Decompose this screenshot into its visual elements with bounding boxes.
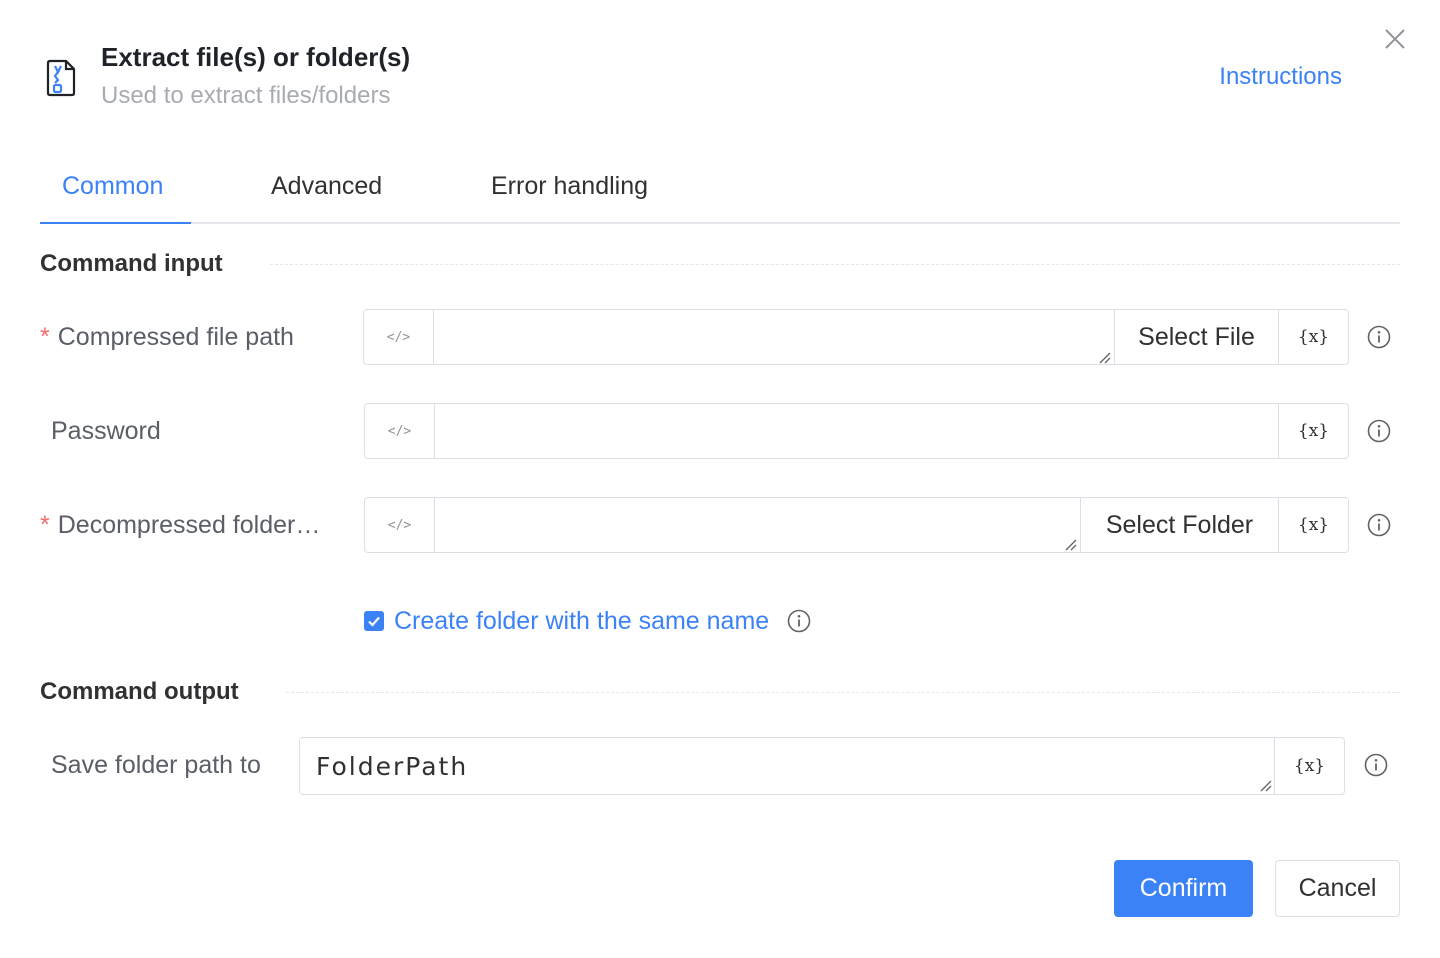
zip-file-icon (46, 59, 76, 97)
code-toggle-button[interactable]: </> (364, 310, 434, 364)
variable-button[interactable]: {x} (1278, 404, 1348, 458)
active-tab-indicator (40, 222, 191, 224)
same-name-option: Create folder with the same name (364, 604, 811, 638)
decompressed-folder-input[interactable] (435, 498, 1080, 552)
code-toggle-button[interactable]: </> (365, 498, 435, 552)
save-folder-path-input[interactable]: FolderPath (300, 738, 1274, 794)
info-icon[interactable] (1367, 325, 1391, 349)
confirm-button[interactable]: Confirm (1114, 860, 1253, 917)
variable-button[interactable]: {x} (1274, 738, 1344, 794)
decompressed-folder-field: </> Select Folder {x} (364, 497, 1349, 553)
save-folder-path-field: FolderPath {x} (299, 737, 1345, 795)
command-output-title: Command output (40, 678, 239, 705)
info-icon[interactable] (1367, 419, 1391, 443)
tab-common[interactable]: Common (62, 168, 163, 204)
password-label: Password (51, 417, 161, 445)
tab-error-handling[interactable]: Error handling (491, 168, 648, 204)
extract-dialog: Extract file(s) or folder(s) Used to ext… (0, 0, 1440, 958)
variable-button[interactable]: {x} (1278, 310, 1348, 364)
same-name-checkbox-label[interactable]: Create folder with the same name (394, 607, 769, 636)
select-folder-button[interactable]: Select Folder (1080, 498, 1278, 552)
tab-advanced[interactable]: Advanced (271, 168, 382, 204)
checkmark-icon (368, 616, 380, 627)
compressed-file-path-field: </> Select File {x} (363, 309, 1349, 365)
password-input[interactable] (435, 404, 1278, 458)
tab-bar: Common Advanced Error handling (40, 152, 1400, 224)
instructions-link[interactable]: Instructions (1219, 60, 1342, 94)
password-field: </> {x} (364, 403, 1349, 459)
info-icon[interactable] (787, 609, 811, 633)
section-divider (286, 692, 1400, 693)
resize-grip-icon[interactable] (1097, 350, 1111, 364)
close-icon[interactable] (1382, 26, 1408, 52)
required-mark: * (40, 511, 50, 539)
info-icon[interactable] (1364, 753, 1388, 777)
save-folder-path-label: Save folder path to (51, 751, 261, 779)
required-mark: * (40, 323, 50, 351)
resize-grip-icon[interactable] (1258, 778, 1272, 792)
resize-grip-icon[interactable] (1063, 537, 1077, 551)
decompressed-folder-label: * Decompressed folder… (40, 511, 321, 539)
code-toggle-button[interactable]: </> (365, 404, 435, 458)
dialog-subtitle: Used to extract files/folders (101, 82, 391, 109)
info-icon[interactable] (1367, 513, 1391, 537)
variable-button[interactable]: {x} (1278, 498, 1348, 552)
select-file-button[interactable]: Select File (1114, 310, 1278, 364)
dialog-title: Extract file(s) or folder(s) (101, 42, 411, 72)
command-input-title: Command input (40, 250, 223, 277)
compressed-file-path-label: * Compressed file path (40, 323, 294, 351)
same-name-checkbox[interactable] (364, 611, 384, 631)
compressed-file-path-input[interactable] (434, 310, 1114, 364)
cancel-button[interactable]: Cancel (1275, 860, 1400, 917)
section-divider (270, 264, 1400, 265)
